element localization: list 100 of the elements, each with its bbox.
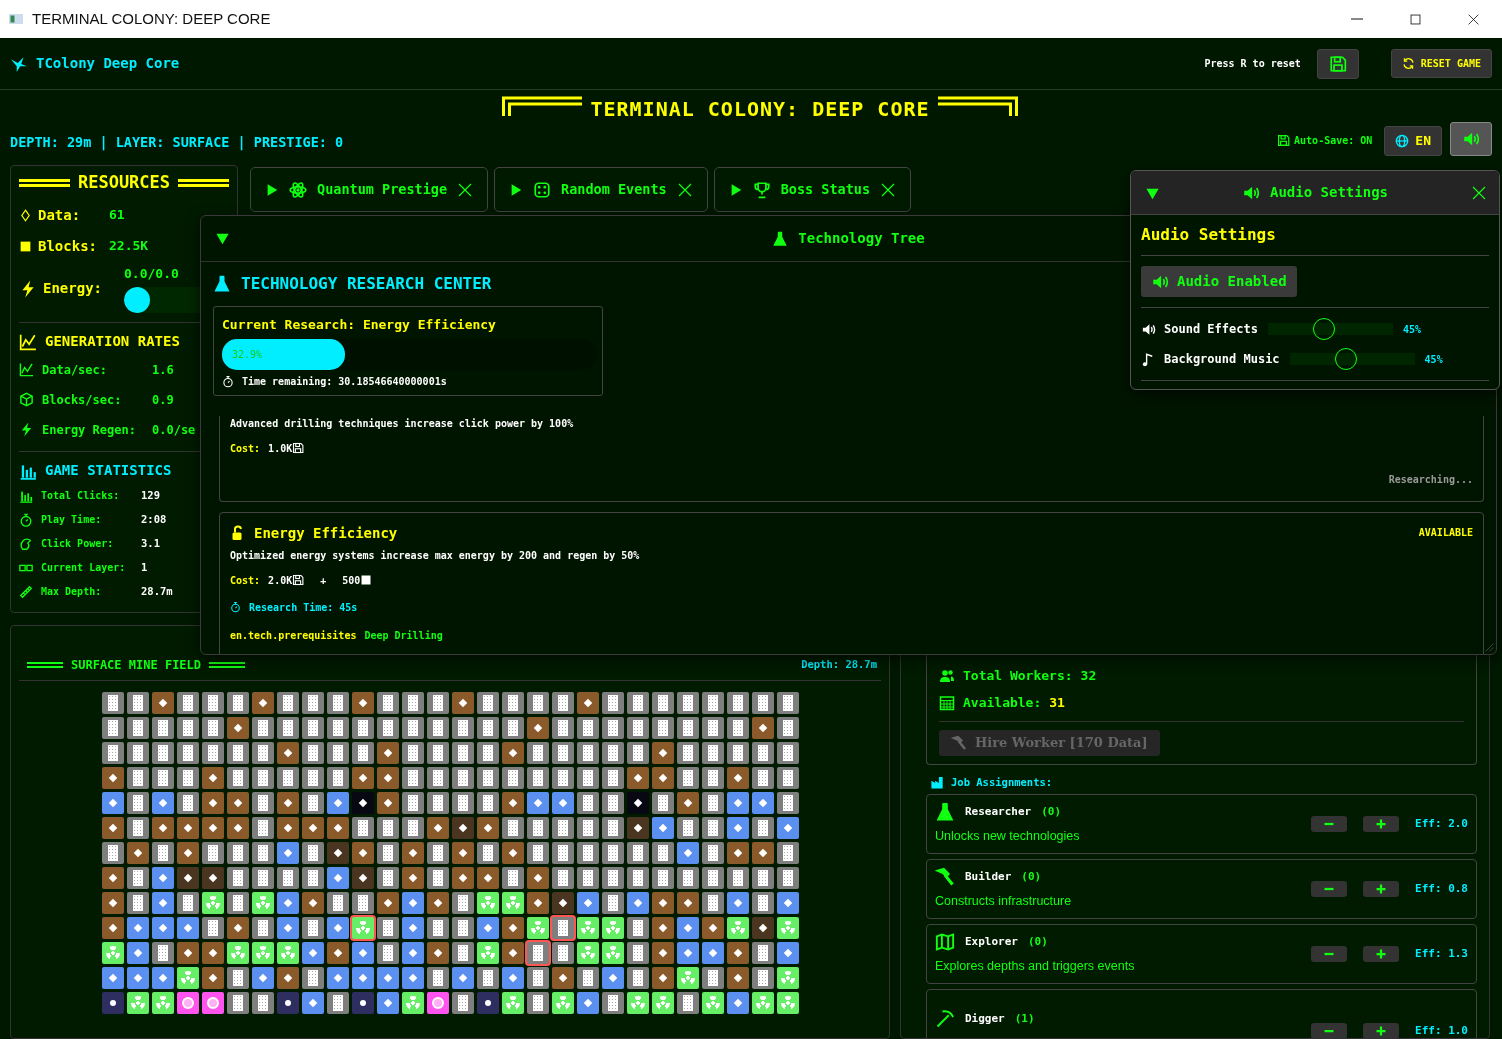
mine-tile[interactable] (776, 917, 799, 939)
mine-tile[interactable] (176, 742, 199, 764)
mine-tile[interactable] (576, 792, 599, 814)
mine-tile[interactable] (101, 917, 124, 939)
mine-tile[interactable] (426, 967, 449, 989)
mine-tile[interactable] (126, 842, 149, 864)
mine-tile[interactable] (326, 767, 349, 789)
mine-tile[interactable] (251, 967, 274, 989)
mine-tile[interactable] (651, 867, 674, 889)
mine-tile[interactable] (151, 942, 174, 964)
mine-tile[interactable] (176, 717, 199, 739)
mine-tile[interactable] (326, 992, 349, 1014)
mine-tile[interactable] (526, 867, 549, 889)
mine-tile[interactable] (501, 767, 524, 789)
mine-tile[interactable] (276, 992, 299, 1014)
mine-tile[interactable] (126, 792, 149, 814)
mine-tile[interactable] (151, 992, 174, 1014)
mine-tile[interactable] (151, 892, 174, 914)
mine-tile[interactable] (551, 742, 574, 764)
mine-tile[interactable] (126, 867, 149, 889)
mine-tile[interactable] (326, 942, 349, 964)
mine-tile[interactable] (726, 892, 749, 914)
mine-tile[interactable] (676, 767, 699, 789)
mine-tile[interactable] (176, 842, 199, 864)
mine-tile[interactable] (251, 742, 274, 764)
mine-tile[interactable] (376, 817, 399, 839)
mine-tile[interactable] (651, 992, 674, 1014)
mine-tile[interactable] (676, 717, 699, 739)
mine-tile[interactable] (776, 717, 799, 739)
mine-tile[interactable] (326, 792, 349, 814)
mine-tile[interactable] (351, 967, 374, 989)
mine-tile[interactable] (726, 742, 749, 764)
mine-tile[interactable] (626, 692, 649, 714)
mine-tile[interactable] (226, 942, 249, 964)
mine-tile[interactable] (101, 692, 124, 714)
mine-tile[interactable] (551, 792, 574, 814)
mine-tile[interactable] (726, 717, 749, 739)
mine-tile[interactable] (576, 992, 599, 1014)
mine-tile[interactable] (151, 817, 174, 839)
mine-tile[interactable] (276, 792, 299, 814)
mine-tile[interactable] (226, 692, 249, 714)
mine-tile[interactable] (701, 892, 724, 914)
decrease-button[interactable] (1311, 1023, 1347, 1038)
mine-tile[interactable] (626, 742, 649, 764)
mine-tile[interactable] (176, 967, 199, 989)
mine-tile[interactable] (276, 967, 299, 989)
mine-tile[interactable] (176, 917, 199, 939)
mine-tile[interactable] (101, 942, 124, 964)
mine-tile[interactable] (776, 792, 799, 814)
mine-tile[interactable] (601, 967, 624, 989)
mine-tile[interactable] (426, 742, 449, 764)
mine-tile[interactable] (401, 792, 424, 814)
mine-tile[interactable] (251, 717, 274, 739)
mine-tile[interactable] (501, 967, 524, 989)
mine-tile[interactable] (476, 892, 499, 914)
mine-tile[interactable] (501, 817, 524, 839)
mine-tile[interactable] (251, 767, 274, 789)
mine-tile[interactable] (551, 917, 574, 939)
mine-tile[interactable] (701, 917, 724, 939)
mine-tile[interactable] (251, 892, 274, 914)
mine-tile[interactable] (751, 892, 774, 914)
audio-enabled-button[interactable]: Audio Enabled (1141, 266, 1297, 297)
mine-tile[interactable] (201, 717, 224, 739)
mine-tile[interactable] (476, 917, 499, 939)
mine-tile[interactable] (351, 992, 374, 1014)
mine-tile[interactable] (226, 792, 249, 814)
mine-tile[interactable] (501, 942, 524, 964)
mine-tile[interactable] (426, 867, 449, 889)
mine-tile[interactable] (176, 867, 199, 889)
mine-tile[interactable] (226, 742, 249, 764)
mine-tile[interactable] (151, 742, 174, 764)
mine-tile[interactable] (551, 767, 574, 789)
mine-tile[interactable] (426, 767, 449, 789)
mine-tile[interactable] (201, 767, 224, 789)
mine-tile[interactable] (176, 817, 199, 839)
mine-tile[interactable] (201, 692, 224, 714)
mine-tile[interactable] (651, 717, 674, 739)
mine-tile[interactable] (576, 942, 599, 964)
mine-tile[interactable] (276, 867, 299, 889)
mine-tile[interactable] (151, 767, 174, 789)
mine-tile[interactable] (501, 842, 524, 864)
mine-tile[interactable] (451, 792, 474, 814)
mine-tile[interactable] (201, 817, 224, 839)
mine-tile[interactable] (301, 842, 324, 864)
mine-tile[interactable] (526, 967, 549, 989)
mine-tile[interactable] (326, 892, 349, 914)
mine-tile[interactable] (326, 692, 349, 714)
mine-tile[interactable] (601, 992, 624, 1014)
mine-tile[interactable] (551, 967, 574, 989)
mine-tile[interactable] (351, 817, 374, 839)
mine-tile[interactable] (601, 817, 624, 839)
mine-tile[interactable] (251, 867, 274, 889)
mine-tile[interactable] (501, 892, 524, 914)
mine-tile[interactable] (751, 742, 774, 764)
mine-tile[interactable] (701, 717, 724, 739)
panel-tab[interactable]: Quantum Prestige (250, 167, 489, 212)
mine-tile[interactable] (551, 892, 574, 914)
mine-tile[interactable] (576, 742, 599, 764)
mine-tile[interactable] (751, 817, 774, 839)
mine-tile[interactable] (101, 892, 124, 914)
